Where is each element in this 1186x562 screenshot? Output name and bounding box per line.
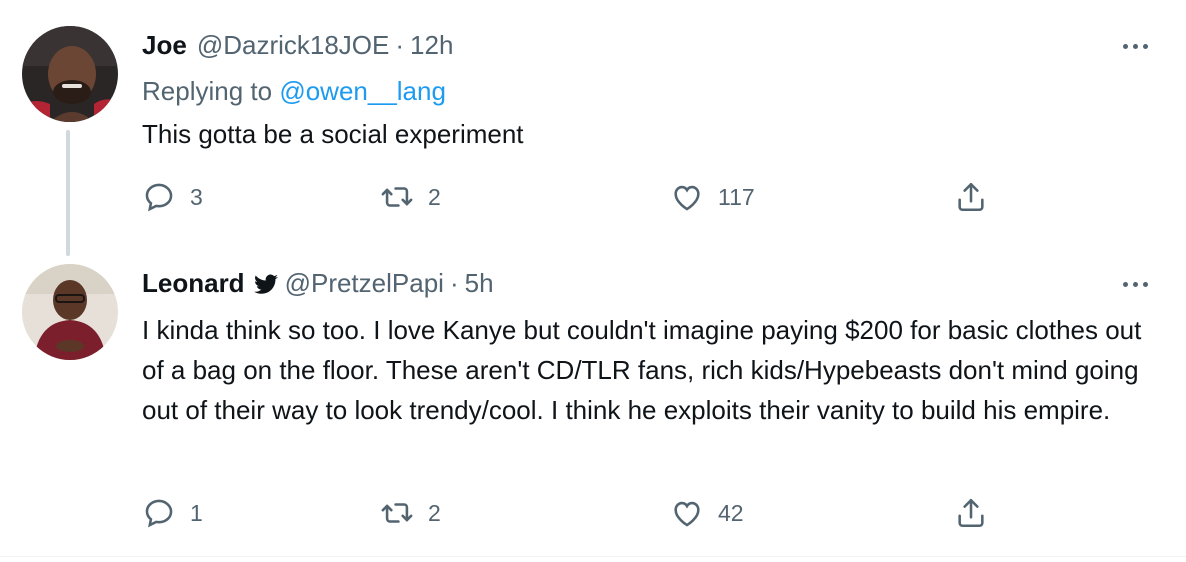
separator-dot: · (449, 268, 459, 298)
reply-count: 1 (190, 499, 203, 526)
retweet-icon (381, 503, 413, 523)
share-icon (958, 498, 984, 528)
like-icon (674, 501, 700, 527)
like-button[interactable]: 42 (670, 496, 744, 530)
reply-button[interactable]: 1 (142, 496, 203, 530)
share-button[interactable] (954, 496, 1002, 530)
retweet-count: 2 (428, 499, 441, 526)
divider (0, 556, 1186, 557)
reply-icon (145, 499, 173, 528)
avatar-leonard[interactable] (22, 264, 118, 360)
tweet-header: Leonard @PretzelPapi · 5h (142, 268, 494, 299)
like-count: 42 (718, 499, 744, 526)
tweet-leonard[interactable]: Leonard @PretzelPapi · 5h I kinda think … (0, 0, 1186, 560)
retweet-button[interactable]: 2 (380, 496, 441, 530)
tweet-time[interactable]: 5h (465, 268, 494, 299)
user-handle[interactable]: @PretzelPapi (285, 268, 444, 299)
tweet-text: I kinda think so too. I love Kanye but c… (142, 315, 1142, 425)
display-name[interactable]: Leonard (142, 268, 245, 299)
tweet-actions: 1 2 42 (142, 496, 1042, 536)
more-icon[interactable] (1123, 282, 1148, 287)
twitter-bird-icon (253, 273, 278, 294)
